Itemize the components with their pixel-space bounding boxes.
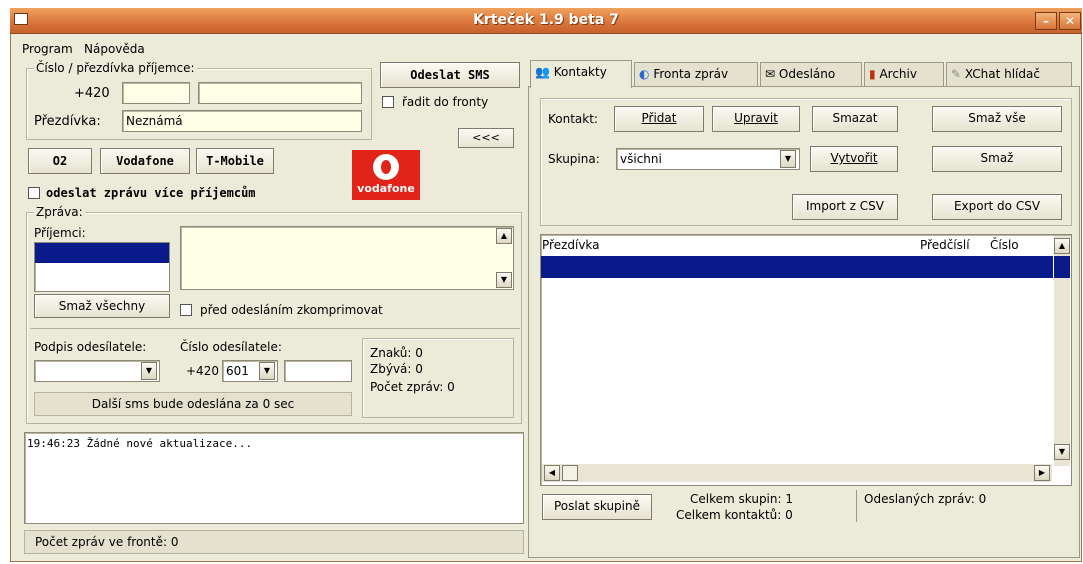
vodafone-logo: vodafone	[352, 150, 420, 200]
table-row-selected[interactable]	[541, 256, 1053, 278]
recipients-list[interactable]	[34, 242, 170, 292]
archive-icon: ▮	[869, 67, 876, 81]
tab-archive[interactable]: ▮ Archiv	[864, 62, 944, 86]
column-prefix[interactable]: Předčíslí	[920, 238, 970, 252]
minimize-button[interactable]: –	[1035, 12, 1057, 30]
tab-queue[interactable]: ◐ Fronta zpráv	[634, 62, 758, 86]
compress-label: před odesláním zkomprimovat	[200, 303, 383, 317]
recipient-prefix: +420	[74, 86, 110, 101]
chars-count: Znaků: 0	[370, 346, 423, 360]
total-contacts: Celkem kontaktů: 0	[676, 508, 793, 522]
multi-recipient-label: odeslat zprávu více příjemcům	[46, 186, 256, 200]
message-group-label: Zpráva:	[34, 205, 85, 219]
delete-group-button[interactable]: Smaž	[932, 146, 1062, 172]
operator-tmobile-button[interactable]: T-Mobile	[196, 148, 274, 174]
send-sms-button[interactable]: Odeslat SMS	[380, 62, 520, 88]
horizontal-scrollbar[interactable]	[542, 464, 1052, 482]
column-nickname[interactable]: Přezdívka	[542, 238, 600, 252]
title-bar[interactable]: Krteček 1.9 beta 7	[10, 8, 1082, 34]
xchat-icon: ✎	[951, 67, 962, 81]
delete-all-contacts-button[interactable]: Smaž vše	[932, 106, 1062, 132]
create-group-button[interactable]: Vytvořit	[810, 146, 898, 172]
window-title: Krteček 1.9 beta 7	[473, 12, 619, 28]
menu-help[interactable]: Nápověda	[84, 42, 145, 56]
queue-status: Počet zpráv ve frontě: 0	[24, 530, 524, 554]
group-dropdown-arrow[interactable]: ▼	[780, 150, 796, 168]
signature-dropdown-arrow[interactable]: ▼	[141, 362, 157, 380]
divider	[30, 328, 520, 329]
sender-prefix: +420	[186, 364, 219, 378]
add-contact-button[interactable]: Přidat	[614, 106, 704, 132]
log-area[interactable]: 19:46:23 Žádné nové aktualizace...	[24, 432, 524, 524]
group-select[interactable]: všichni	[616, 148, 800, 170]
total-groups: Celkem skupin: 1	[690, 492, 793, 506]
close-button[interactable]: ✕	[1059, 12, 1081, 30]
recipients-label: Příjemci:	[34, 226, 86, 240]
remaining-count: Zbývá: 0	[370, 362, 423, 376]
queue-icon: ◐	[639, 67, 650, 81]
queue-checkbox[interactable]	[382, 96, 394, 108]
scroll-left-icon[interactable]: ◀	[544, 465, 560, 481]
message-scroll-up[interactable]: ▲	[496, 228, 512, 244]
recipient-number-input-2[interactable]	[198, 82, 362, 104]
scroll-down-icon[interactable]: ▼	[1054, 444, 1070, 460]
vodafone-logo-icon	[373, 154, 399, 180]
delete-contact-button[interactable]: Smazat	[812, 106, 898, 132]
message-scroll-down[interactable]: ▼	[496, 272, 512, 288]
message-count: Počet zpráv: 0	[370, 380, 455, 394]
operator-code-dropdown-arrow[interactable]: ▼	[259, 362, 275, 380]
tab-xchat[interactable]: ✎ XChat hlídač	[946, 62, 1072, 86]
operator-o2-button[interactable]: O2	[28, 148, 92, 174]
message-textarea[interactable]	[180, 226, 514, 290]
log-line: 19:46:23 Žádné nové aktualizace...	[27, 437, 253, 450]
queue-label: řadit do fronty	[402, 95, 489, 109]
menu-program[interactable]: Program	[22, 42, 73, 56]
compress-checkbox[interactable]	[180, 304, 192, 316]
contacts-icon: 👥	[535, 65, 550, 79]
bottom-divider	[856, 490, 857, 522]
nickname-label: Přezdívka:	[34, 114, 101, 129]
recipient-group-label: Číslo / přezdívka příjemce:	[34, 61, 197, 75]
tab-contacts[interactable]: 👥 Kontakty	[530, 60, 632, 88]
collapse-button[interactable]: <<<	[458, 128, 514, 148]
contact-label: Kontakt:	[548, 112, 598, 126]
scroll-right-icon[interactable]: ▶	[1034, 465, 1050, 481]
vertical-scroll-thumb[interactable]	[1054, 256, 1070, 278]
export-csv-button[interactable]: Export do CSV	[932, 194, 1062, 220]
operator-vodafone-button[interactable]: Vodafone	[100, 148, 190, 174]
column-number[interactable]: Číslo	[990, 238, 1019, 252]
window-menu-icon[interactable]	[14, 13, 28, 25]
group-label: Skupina:	[548, 152, 600, 166]
sent-messages-count: Odeslaných zpráv: 0	[864, 492, 987, 506]
horizontal-scroll-thumb[interactable]	[562, 465, 578, 481]
delete-all-recipients-button[interactable]: Smaž všechny	[34, 294, 170, 318]
sender-number-input[interactable]	[284, 360, 352, 382]
send-to-group-button[interactable]: Poslat skupině	[542, 494, 652, 520]
edit-contact-button[interactable]: Upravit	[712, 106, 800, 132]
multi-recipient-checkbox[interactable]	[28, 187, 40, 199]
sender-number-label: Číslo odesílatele:	[180, 340, 282, 354]
scroll-up-icon[interactable]: ▲	[1054, 238, 1070, 254]
sent-icon: ✉	[765, 67, 776, 81]
recipients-list-selection[interactable]	[35, 243, 169, 263]
nickname-input[interactable]: Neznámá	[122, 110, 362, 132]
tab-sent[interactable]: ✉ Odesláno	[760, 62, 862, 86]
signature-label: Podpis odesílatele:	[34, 340, 147, 354]
import-csv-button[interactable]: Import z CSV	[792, 194, 898, 220]
countdown-status: Další sms bude odeslána za 0 sec	[34, 392, 352, 416]
recipient-number-input[interactable]	[122, 82, 190, 104]
